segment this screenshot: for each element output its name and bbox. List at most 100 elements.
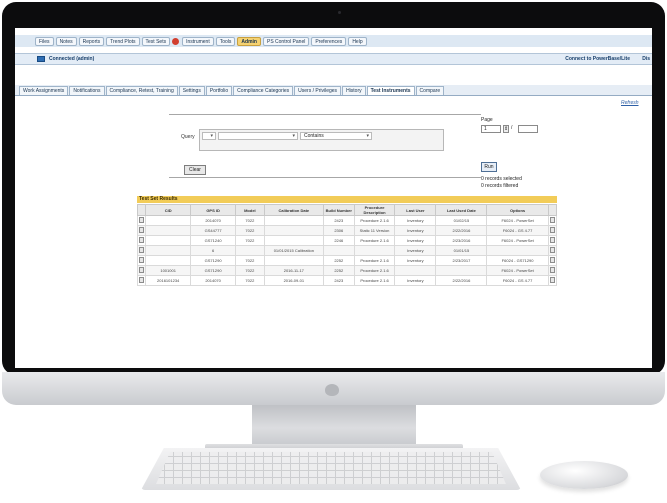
table-row[interactable]: 6 01/01/2015 Calibration Inventory 01/01/15	[136, 245, 558, 256]
row-options-button[interactable]	[549, 257, 555, 263]
menu-tab-ps-control-panel[interactable]: PS Control Panel	[262, 36, 310, 46]
menu-tab-notes[interactable]: Notes	[55, 36, 77, 46]
menu-tab-reports[interactable]: Reports	[78, 36, 105, 46]
table-row[interactable]: GS44777 7022 2306 Static 11 Version Inventor…	[136, 225, 558, 236]
table-cell-options	[486, 245, 549, 256]
tab-compliance-categories[interactable]: Compliance Categories	[233, 86, 294, 95]
column-header-cid[interactable]: CID	[145, 204, 192, 216]
column-header-gps-id[interactable]: GPS ID	[190, 204, 237, 216]
menu-tab-help[interactable]: Help	[348, 36, 367, 46]
table-cell-gps-id: 2014070	[190, 215, 237, 226]
query-field-select[interactable]: ▾	[218, 132, 298, 140]
table-cell-build-number: 2423	[322, 275, 355, 286]
column-header-procedure-description[interactable]: Procedure Description	[353, 204, 396, 216]
tab-portfolio[interactable]: Portfolio	[205, 86, 233, 95]
table-cell-options: F6024 - PowerSet	[486, 265, 549, 276]
table-cell-calibration-date	[263, 215, 324, 226]
row-action-cell[interactable]	[547, 265, 558, 276]
run-button[interactable]: Run	[481, 162, 497, 172]
row-select-cell[interactable]	[136, 225, 147, 236]
tab-test-instruments[interactable]: Test Instruments	[366, 86, 415, 95]
connect-powerbase-link[interactable]: Connect to PowerBase/Lite	[565, 56, 630, 62]
menu-tab-instrument[interactable]: Instrument	[182, 36, 214, 46]
row-select-cell[interactable]	[136, 255, 147, 266]
row-select-button[interactable]	[139, 257, 145, 263]
row-select-button[interactable]	[139, 217, 145, 223]
menu-tab-preferences[interactable]: Preferences	[311, 36, 347, 46]
row-select-button[interactable]	[139, 247, 145, 253]
table-row[interactable]: GS71240 7022 2246 Procedure 2.1.6 Inventory 2…	[136, 235, 558, 246]
row-action-cell[interactable]	[547, 215, 558, 226]
row-action-cell[interactable]	[547, 275, 558, 286]
table-cell-gps-id: GS71290	[190, 265, 237, 276]
menu-tab-test-sets[interactable]: Test Sets	[141, 36, 171, 46]
table-cell-cid: 2016101234	[145, 275, 192, 286]
menu-tab-trend-plots[interactable]: Trend Plots	[106, 36, 140, 46]
query-conjunction-select[interactable]: ▾	[202, 132, 216, 140]
tab-compliance-retest-training[interactable]: Compliance, Retest, Training	[105, 86, 178, 95]
tab-settings[interactable]: Settings	[178, 86, 205, 95]
disconnect-link[interactable]: Dis	[642, 56, 650, 62]
column-header-calibration-date[interactable]: Calibration Date	[263, 204, 324, 216]
column-header-last-user[interactable]: Last User	[394, 204, 437, 216]
apple-logo-icon	[325, 384, 339, 396]
table-cell-cid	[145, 235, 192, 246]
table-row[interactable]: 1001001 GS71290 7022 2016-11-17 2252 Procedur…	[136, 265, 558, 276]
table-cell-model: 7022	[235, 225, 265, 236]
tab-compare[interactable]: Compare	[415, 86, 445, 95]
tab-notifications[interactable]: Notifications	[69, 86, 105, 95]
table-cell-build-number: 2252	[322, 265, 355, 276]
row-options-button[interactable]	[549, 247, 555, 253]
row-select-cell[interactable]	[136, 235, 147, 246]
row-select-button[interactable]	[139, 277, 145, 283]
row-select-button[interactable]	[139, 227, 145, 233]
row-select-cell[interactable]	[136, 215, 147, 226]
table-cell-calibration-date	[263, 235, 324, 246]
row-options-button[interactable]	[549, 267, 555, 273]
row-options-button[interactable]	[549, 217, 555, 223]
row-select-cell[interactable]	[136, 245, 147, 256]
page-number-input[interactable]: 1	[481, 125, 501, 133]
table-cell-gps-id: GS44777	[190, 225, 237, 236]
table-cell-cid	[145, 255, 192, 266]
page-spinner[interactable]: ⇕	[503, 125, 509, 133]
table-row[interactable]: 2014070 7022 2423 Procedure 2.1.6 Inventory 0…	[136, 215, 558, 226]
column-header-model[interactable]: Model	[235, 204, 265, 216]
row-select-cell[interactable]	[136, 275, 147, 286]
refresh-link[interactable]: Refresh	[621, 100, 639, 106]
table-row[interactable]: GS71290 7022 2252 Procedure 2.1.6 Inventory 2…	[136, 255, 558, 266]
table-cell-model: 7022	[235, 255, 265, 266]
table-cell-options: F6024 - PowerSet	[486, 215, 549, 226]
menu-tab-tools[interactable]: Tools	[215, 36, 236, 46]
table-cell-last-user: Inventory	[394, 255, 437, 266]
row-select-button[interactable]	[139, 267, 145, 273]
menu-tab-admin[interactable]: Admin	[237, 36, 261, 46]
tab-history[interactable]: History	[342, 86, 366, 95]
row-select-button[interactable]	[139, 237, 145, 243]
column-header-options[interactable]: Options	[486, 204, 549, 216]
row-options-button[interactable]	[549, 277, 555, 283]
table-row[interactable]: 2016101234 2014070 7022 2016-09-01 2423 Proce…	[136, 275, 558, 286]
menu-tab-files[interactable]: Files	[35, 36, 54, 46]
row-action-cell[interactable]	[547, 255, 558, 266]
keyboard-keys	[156, 452, 506, 484]
row-select-cell[interactable]	[136, 265, 147, 276]
table-cell-calibration-date: 01/01/2015 Calibration	[263, 245, 324, 256]
clear-button[interactable]: Clear	[184, 165, 206, 175]
tab-users-privileges[interactable]: Users / Privileges	[294, 86, 342, 95]
desktop-scene: Files Notes Reports Trend Plots Test Sets Ins…	[0, 0, 667, 503]
tab-work-assignments[interactable]: Work Assignments	[19, 86, 69, 95]
query-row: ▾ ▾ Contains ▾	[199, 129, 444, 151]
page-total-field	[518, 125, 538, 133]
column-header-last-used-date[interactable]: Last Used Date	[435, 204, 488, 216]
column-header-build-number[interactable]: Build Number	[322, 204, 355, 216]
row-options-button[interactable]	[549, 237, 555, 243]
table-cell-calibration-date: 2016-11-17	[263, 265, 324, 276]
row-action-cell[interactable]	[547, 245, 558, 256]
query-operator-select[interactable]: Contains ▾	[300, 132, 372, 140]
database-icon	[37, 56, 45, 62]
row-action-cell[interactable]	[547, 235, 558, 246]
table-cell-options: F6024 - GS 4.77	[486, 225, 549, 236]
row-action-cell[interactable]	[547, 225, 558, 236]
row-options-button[interactable]	[549, 227, 555, 233]
